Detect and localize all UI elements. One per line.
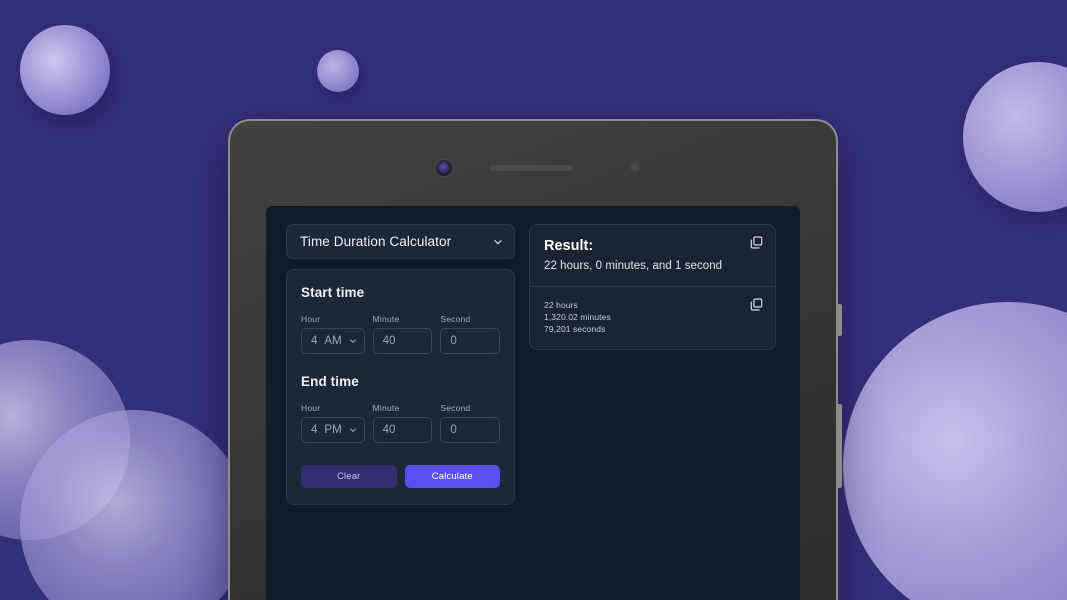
start-minute-input[interactable]: 40	[372, 328, 433, 354]
end-minute-field: Minute 40	[372, 403, 433, 443]
chevron-down-icon	[349, 426, 357, 434]
tablet-device: Time Duration Calculator Start time Hour…	[228, 119, 842, 600]
start-time-heading: Start time	[301, 285, 365, 300]
end-minute-value: 40	[382, 424, 396, 436]
copy-icon[interactable]	[749, 235, 764, 250]
speaker-grille-icon	[490, 165, 572, 171]
calculate-button[interactable]: Calculate	[404, 465, 500, 488]
decorative-sphere-top-left	[20, 25, 110, 115]
app-columns: Time Duration Calculator Start time Hour…	[286, 224, 780, 505]
start-second-input[interactable]: 0	[440, 328, 500, 354]
end-hour-field: Hour 4 PM	[301, 403, 365, 443]
sensor-dot-icon	[629, 161, 643, 175]
start-minute-value: 40	[382, 335, 396, 347]
camera-icon	[436, 160, 452, 176]
start-time-fields: Hour 4 AM Minute 40 Second 0	[301, 314, 500, 354]
result-summary-section: Result: 22 hours, 0 minutes, and 1 secon…	[530, 225, 775, 286]
tablet-screen: Time Duration Calculator Start time Hour…	[266, 206, 800, 600]
calculator-type-select[interactable]: Time Duration Calculator	[286, 224, 515, 259]
tablet-bezel	[228, 157, 838, 181]
decorative-sphere-top-center	[317, 50, 359, 92]
calculator-type-label: Time Duration Calculator	[300, 234, 452, 249]
end-second-field: Second 0	[440, 403, 500, 443]
calculator-app: Time Duration Calculator Start time Hour…	[266, 206, 800, 600]
right-column: Result: 22 hours, 0 minutes, and 1 secon…	[529, 224, 776, 351]
end-second-label: Second	[440, 403, 471, 413]
result-card: Result: 22 hours, 0 minutes, and 1 secon…	[529, 224, 776, 351]
end-hour-meridiem: PM	[324, 424, 342, 436]
form-actions: Clear Calculate	[301, 465, 500, 488]
time-form-card: Start time Hour 4 AM Minute 40 Second 0 …	[286, 269, 515, 505]
power-button[interactable]	[838, 304, 842, 336]
end-time-fields: Hour 4 PM Minute 40 Second 0	[301, 403, 500, 443]
chevron-down-icon	[349, 337, 357, 345]
end-second-input[interactable]: 0	[440, 417, 500, 443]
start-hour-select[interactable]: 4 AM	[301, 328, 365, 354]
breakdown-minutes: 1,320.02 minutes	[544, 312, 611, 323]
start-hour-meridiem: AM	[324, 335, 342, 347]
start-second-value: 0	[450, 335, 457, 347]
end-hour-value: 4	[311, 424, 318, 436]
end-minute-label: Minute	[372, 403, 400, 413]
start-hour-label: Hour	[301, 314, 321, 324]
start-hour-value: 4	[311, 335, 318, 347]
copy-icon[interactable]	[749, 297, 764, 312]
chevron-down-icon	[493, 237, 503, 247]
result-heading: Result:	[544, 238, 594, 254]
end-hour-label: Hour	[301, 403, 321, 413]
left-column: Time Duration Calculator Start time Hour…	[286, 224, 515, 505]
decorative-sphere-top-right	[963, 62, 1067, 212]
end-second-value: 0	[450, 424, 457, 436]
breakdown-hours: 22 hours	[544, 300, 578, 310]
clear-button[interactable]: Clear	[301, 465, 397, 488]
breakdown-seconds: 79,201 seconds	[544, 324, 606, 335]
start-second-label: Second	[440, 314, 471, 324]
result-summary-text: 22 hours, 0 minutes, and 1 second	[544, 260, 723, 272]
end-hour-select[interactable]: 4 PM	[301, 417, 365, 443]
start-second-field: Second 0	[440, 314, 500, 354]
start-minute-label: Minute	[372, 314, 400, 324]
decorative-sphere-bottom-right	[843, 302, 1067, 600]
end-time-heading: End time	[301, 374, 359, 389]
start-hour-field: Hour 4 AM	[301, 314, 365, 354]
volume-button[interactable]	[838, 404, 842, 488]
end-minute-input[interactable]: 40	[372, 417, 433, 443]
result-breakdown-section: 22 hours 1,320.02 minutes 79,201 seconds	[530, 287, 775, 349]
start-minute-field: Minute 40	[372, 314, 433, 354]
